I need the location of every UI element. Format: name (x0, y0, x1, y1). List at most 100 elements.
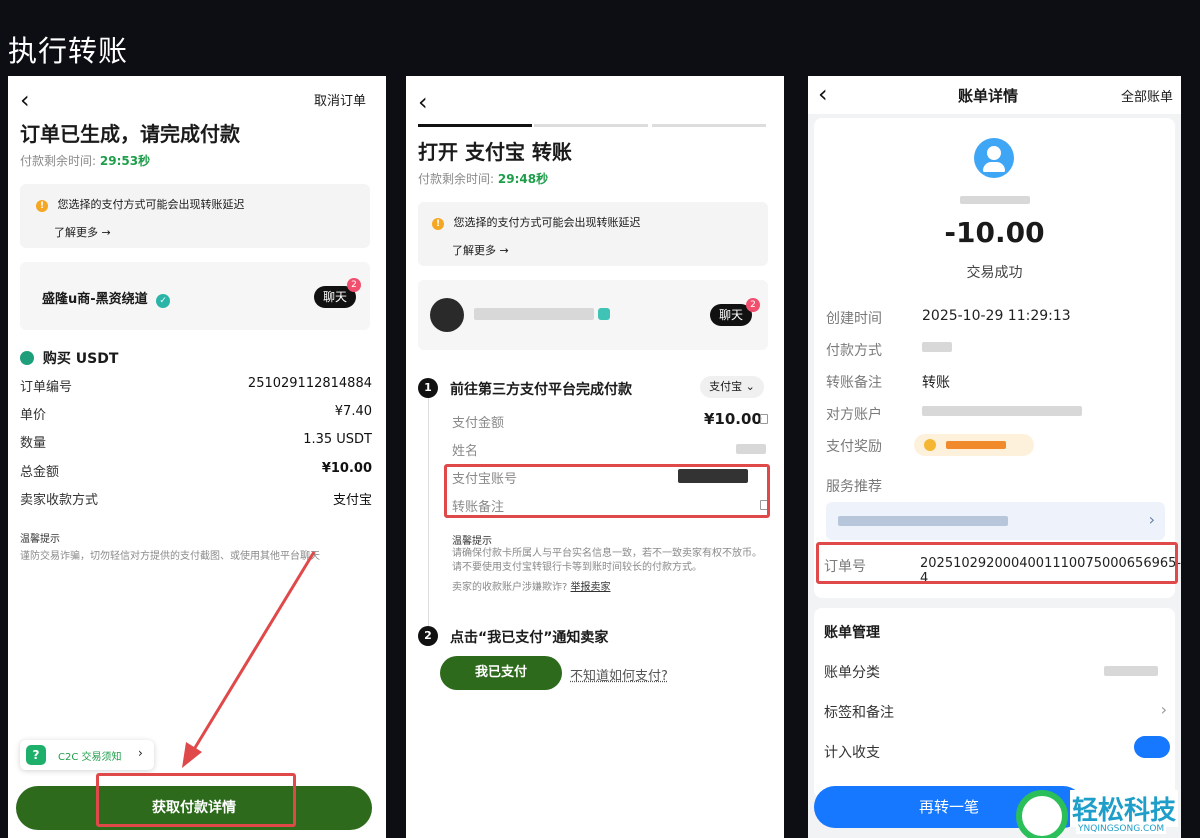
bill-detail-row: 服务推荐 (826, 476, 1161, 498)
tags-item[interactable]: 标签和备注 (824, 702, 894, 722)
highlight-box (816, 542, 1178, 584)
watermark-text: 轻松科技 (1070, 790, 1179, 827)
step-1-number: 1 (418, 378, 438, 398)
bill-detail-row: 转账备注 转账 (826, 372, 1161, 394)
reward-chip (914, 434, 1034, 456)
warning-text: 您选择的支付方式可能会出现转账延迟 (57, 198, 245, 211)
cancel-order-link[interactable]: 取消订单 (314, 90, 366, 109)
learn-more-link[interactable]: 了解更多 → (452, 242, 509, 258)
bill-manage-card: 账单管理 账单分类 标签和备注 › 计入收支 (814, 608, 1175, 798)
back-icon[interactable]: ‹ (20, 88, 30, 112)
amount-value: ¥10.00 (704, 410, 762, 428)
amount-label: 支付金额 (452, 416, 505, 431)
row-label: 创建时间 (826, 311, 882, 327)
chevron-down-icon: ⌄ (745, 380, 755, 393)
bill-title: 账单详情 (958, 87, 1019, 105)
buy-title: 购买 USDT (42, 351, 119, 367)
watermark-logo-icon (1016, 790, 1068, 838)
warning-icon: ! (432, 218, 444, 230)
highlight-box (96, 773, 296, 827)
merchant-name[interactable]: 盛隆u商-黑资绕道 (42, 292, 148, 307)
back-icon[interactable]: ‹ (818, 82, 828, 106)
tips-title: 温馨提示 (452, 536, 492, 547)
paid-button[interactable]: 我已支付 (440, 656, 562, 690)
user-avatar-icon (974, 138, 1014, 178)
avatar (430, 298, 464, 332)
order-detail-row: 卖家收款方式 支付宝 (20, 489, 372, 509)
step-line (428, 398, 429, 630)
chat-badge: 2 (347, 278, 361, 292)
name-redacted (736, 444, 766, 454)
tips-title: 温馨提示 (20, 534, 60, 545)
timer-label: 付款剩余时间: (418, 172, 495, 186)
order-detail-row: 订单编号 251029112814884 (20, 376, 372, 396)
row-value: ¥7.40 (334, 404, 372, 419)
highlight-box (444, 464, 770, 518)
row-label: 数量 (20, 436, 47, 451)
order-detail-row: 单价 ¥7.40 (20, 404, 372, 424)
step-1-title: 前往第三方支付平台完成付款 (450, 382, 632, 398)
verified-icon (598, 308, 610, 320)
bill-status: 交易成功 (966, 265, 1023, 281)
page-title: 执行转账 (8, 34, 129, 68)
help-icon: ? (26, 745, 46, 765)
row-value: 支付宝 (332, 493, 372, 508)
row-label: 总金额 (20, 465, 60, 480)
bill-card: -10.00 交易成功 创建时间 2025-10-29 11:29:13 付款方式转… (814, 118, 1175, 598)
row-label: 付款方式 (826, 343, 882, 359)
usdt-icon (20, 351, 34, 365)
service-recommend-card[interactable]: › (826, 502, 1165, 540)
chevron-right-icon: › (1148, 510, 1155, 529)
annotation-arrow (182, 551, 316, 768)
payment-method-redacted (922, 342, 952, 352)
chevron-right-icon: › (138, 746, 143, 760)
row-label: 对方账户 (826, 407, 882, 423)
timer-label: 付款剩余时间: (20, 154, 97, 168)
report-seller-link[interactable]: 举报卖家 (571, 582, 611, 593)
back-icon[interactable]: ‹ (418, 90, 428, 114)
order-detail-row: 数量 1.35 USDT (20, 432, 372, 452)
warning-icon: ! (36, 200, 48, 212)
delay-warning: ! 您选择的支付方式可能会出现转账延迟 了解更多 → (20, 184, 370, 248)
order-screen: ‹ 取消订单 订单已生成，请完成付款 付款剩余时间: 29:53秒 ! 您选择的… (8, 76, 386, 838)
verified-icon: ✓ (156, 294, 171, 308)
row-label: 支付奖励 (826, 439, 882, 455)
merchant-card: 盛隆u商-黑资绕道 ✓ 聊天 2 (20, 262, 370, 330)
row-label: 单价 (20, 408, 47, 423)
progress-seg-2 (534, 124, 648, 127)
transfer-heading: 打开 支付宝 转账 (418, 140, 572, 164)
chat-badge: 2 (746, 298, 760, 312)
bill-amount: -10.00 (944, 216, 1045, 249)
learn-more-link[interactable]: 了解更多 → (54, 224, 111, 240)
category-redacted (1104, 666, 1158, 676)
payment-method-select[interactable]: 支付宝 (709, 380, 742, 393)
manage-title: 账单管理 (824, 625, 880, 641)
notice-label: C2C 交易须知 (58, 752, 122, 763)
payee-name-redacted (960, 196, 1030, 204)
row-value: ¥10.00 (321, 461, 372, 476)
all-bills-link[interactable]: 全部账单 (1121, 86, 1173, 105)
merchant-card: 聊天 2 (418, 280, 768, 350)
category-item[interactable]: 账单分类 (824, 662, 880, 682)
bill-detail-row: 创建时间 2025-10-29 11:29:13 (826, 308, 1161, 330)
row-value: 251029112814884 (247, 376, 372, 391)
row-label: 转账备注 (826, 375, 882, 391)
account-redacted (922, 406, 1082, 416)
toggle-switch[interactable] (1134, 736, 1170, 758)
c2c-notice[interactable]: ? C2C 交易须知 › (20, 740, 154, 770)
progress-seg-3 (652, 124, 766, 127)
fraud-question: 卖家的收款账户涉嫌欺诈? (452, 582, 568, 593)
chevron-right-icon: › (1160, 700, 1167, 719)
how-to-pay-link[interactable]: 不知道如何支付? (570, 665, 668, 684)
copy-icon[interactable] (760, 414, 768, 424)
row-label: 订单编号 (20, 380, 73, 395)
tips-text: 请确保付款卡所属人与平台实名信息一致，若不一致卖家有权不放币。请不要使用支付宝转… (452, 548, 762, 573)
row-value: 1.35 USDT (303, 432, 372, 447)
timer-value: 29:53秒 (99, 154, 151, 168)
order-heading: 订单已生成，请完成付款 (20, 122, 240, 146)
step-2-number: 2 (418, 626, 438, 646)
bill-detail-row: 付款方式 (826, 340, 1161, 362)
count-item[interactable]: 计入收支 (824, 742, 880, 762)
row-value: 转账 (922, 375, 950, 391)
service-redacted (838, 516, 1008, 526)
